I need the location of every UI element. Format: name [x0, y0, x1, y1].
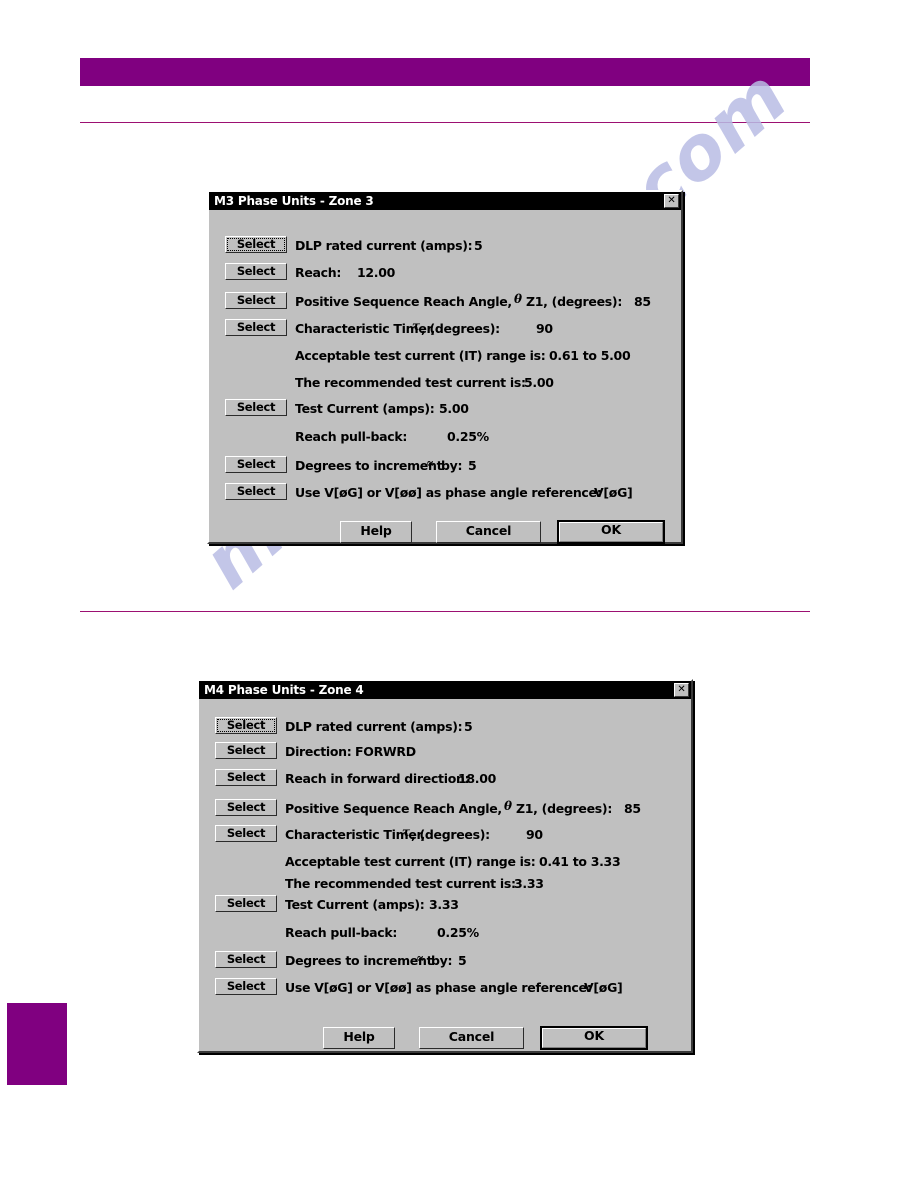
titlebar-m4[interactable]: M4 Phase Units - Zone 4 ✕ — [199, 681, 691, 699]
select-button-positive-sequence-reach-angle-m4[interactable]: Select — [215, 799, 277, 816]
select-button-reach-m3[interactable]: Select — [225, 263, 287, 280]
label-dlp-rated-current-m3: DLP rated current (amps): — [295, 238, 473, 253]
label-degrees-to-increment-suffix-m3: by: — [441, 458, 463, 473]
value-phase-angle-reference-m3: V[øG] — [594, 485, 633, 500]
select-button-characteristic-timer-m3[interactable]: Select — [225, 319, 287, 336]
value-direction-m4: FORWRD — [355, 744, 416, 759]
select-button-test-current-m3[interactable]: Select — [225, 399, 287, 416]
select-button-degrees-to-increment-m4[interactable]: Select — [215, 951, 277, 968]
ok-button-m3[interactable]: OK — [557, 520, 665, 544]
help-button-m4[interactable]: Help — [323, 1027, 395, 1049]
close-icon[interactable]: ✕ — [664, 194, 679, 208]
close-icon[interactable]: ✕ — [674, 683, 689, 697]
label-test-current-m4: Test Current (amps): — [285, 897, 425, 912]
value-acceptable-test-current-range-m4: 0.41 to 3.33 — [539, 854, 621, 869]
value-phase-angle-reference-m4: V[øG] — [584, 980, 623, 995]
value-positive-sequence-reach-angle-m4: 85 — [624, 801, 641, 816]
value-reach-pull-back-m3: 0.25% — [447, 429, 489, 444]
label-test-current-m3: Test Current (amps): — [295, 401, 435, 416]
tau-symbol-m4: τ — [402, 825, 410, 839]
select-button-phase-angle-reference-m4[interactable]: Select — [215, 978, 277, 995]
select-button-reach-forward-m4[interactable]: Select — [215, 769, 277, 786]
label-positive-sequence-reach-angle-suffix-m3: Z1, (degrees): — [526, 294, 623, 309]
label-reach-forward-m4: Reach in forward direction: — [285, 771, 470, 786]
label-direction-m4: Direction: — [285, 744, 352, 759]
ok-button-label-m4: OK — [542, 1028, 646, 1048]
header-divider-rule — [80, 122, 810, 123]
label-degrees-to-increment-m4: Degrees to increment — [285, 953, 433, 968]
label-acceptable-test-current-range-m3: Acceptable test current (IT) range is: — [295, 348, 546, 363]
dialog-body-m4: Select DLP rated current (amps): 5 Selec… — [199, 699, 691, 1051]
dialog-m4-phase-units-zone-4[interactable]: M4 Phase Units - Zone 4 ✕ Select DLP rat… — [197, 679, 693, 1053]
label-positive-sequence-reach-angle-suffix-m4: Z1, (degrees): — [516, 801, 613, 816]
value-test-current-m4: 3.33 — [429, 897, 459, 912]
label-positive-sequence-reach-angle-m4: Positive Sequence Reach Angle, — [285, 801, 502, 816]
help-button-m3[interactable]: Help — [340, 521, 412, 543]
select-button-dlp-rated-current-m3[interactable]: Select — [225, 236, 287, 253]
cancel-button-m3[interactable]: Cancel — [436, 521, 541, 543]
label-reach-m3: Reach: — [295, 265, 342, 280]
label-dlp-rated-current-m4: DLP rated current (amps): — [285, 719, 463, 734]
select-button-positive-sequence-reach-angle-m3[interactable]: Select — [225, 292, 287, 309]
select-button-phase-angle-reference-m3[interactable]: Select — [225, 483, 287, 500]
ok-button-m4[interactable]: OK — [540, 1026, 648, 1050]
alpha-symbol-m4: ∝ — [416, 951, 424, 965]
dialog-m3-phase-units-zone-3[interactable]: M3 Phase Units - Zone 3 ✕ Select DLP rat… — [207, 190, 683, 544]
page-header-bar — [80, 58, 810, 86]
label-recommended-test-current-m4: The recommended test current is: — [285, 876, 516, 891]
alpha-symbol-m3: ∝ — [426, 456, 434, 470]
value-characteristic-timer-m4: 90 — [526, 827, 543, 842]
label-characteristic-timer-suffix-m3: , (degrees): — [421, 321, 500, 336]
tau-symbol-m3: τ — [412, 319, 420, 333]
select-button-characteristic-timer-m4[interactable]: Select — [215, 825, 277, 842]
value-recommended-test-current-m4: 3.33 — [514, 876, 544, 891]
label-phase-angle-reference-m4: Use V[øG] or V[øø] as phase angle refere… — [285, 980, 592, 995]
value-dlp-rated-current-m4: 5 — [464, 719, 473, 734]
select-button-dlp-rated-current-m4[interactable]: Select — [215, 717, 277, 734]
select-button-degrees-to-increment-m3[interactable]: Select — [225, 456, 287, 473]
ok-button-label-m3: OK — [559, 522, 663, 542]
value-degrees-to-increment-m3: 5 — [468, 458, 477, 473]
dialog-title-m4: M4 Phase Units - Zone 4 — [204, 683, 364, 697]
label-degrees-to-increment-m3: Degrees to increment — [295, 458, 443, 473]
label-recommended-test-current-m3: The recommended test current is: — [295, 375, 526, 390]
label-positive-sequence-reach-angle-m3: Positive Sequence Reach Angle, — [295, 294, 512, 309]
label-reach-pull-back-m3: Reach pull-back: — [295, 429, 408, 444]
value-reach-forward-m4: 18.00 — [458, 771, 497, 786]
theta-symbol-m3: θ — [514, 292, 522, 306]
label-degrees-to-increment-suffix-m4: by: — [431, 953, 453, 968]
value-dlp-rated-current-m3: 5 — [474, 238, 483, 253]
value-reach-pull-back-m4: 0.25% — [437, 925, 479, 940]
theta-symbol-m4: θ — [504, 799, 512, 813]
dialog-title-m3: M3 Phase Units - Zone 3 — [214, 194, 374, 208]
label-phase-angle-reference-m3: Use V[øG] or V[øø] as phase angle refere… — [295, 485, 602, 500]
dialog-body-m3: Select DLP rated current (amps): 5 Selec… — [209, 210, 681, 544]
value-characteristic-timer-m3: 90 — [536, 321, 553, 336]
value-acceptable-test-current-range-m3: 0.61 to 5.00 — [549, 348, 631, 363]
label-acceptable-test-current-range-m4: Acceptable test current (IT) range is: — [285, 854, 536, 869]
select-button-test-current-m4[interactable]: Select — [215, 895, 277, 912]
value-reach-m3: 12.00 — [357, 265, 396, 280]
titlebar-m3[interactable]: M3 Phase Units - Zone 3 ✕ — [209, 192, 681, 210]
label-reach-pull-back-m4: Reach pull-back: — [285, 925, 398, 940]
label-characteristic-timer-suffix-m4: , (degrees): — [411, 827, 490, 842]
value-recommended-test-current-m3: 5.00 — [524, 375, 554, 390]
cancel-button-m4[interactable]: Cancel — [419, 1027, 524, 1049]
value-test-current-m3: 5.00 — [439, 401, 469, 416]
value-degrees-to-increment-m4: 5 — [458, 953, 467, 968]
select-button-direction-m4[interactable]: Select — [215, 742, 277, 759]
value-positive-sequence-reach-angle-m3: 85 — [634, 294, 651, 309]
section-divider-rule — [80, 611, 810, 612]
page-corner-tab — [7, 1003, 67, 1085]
